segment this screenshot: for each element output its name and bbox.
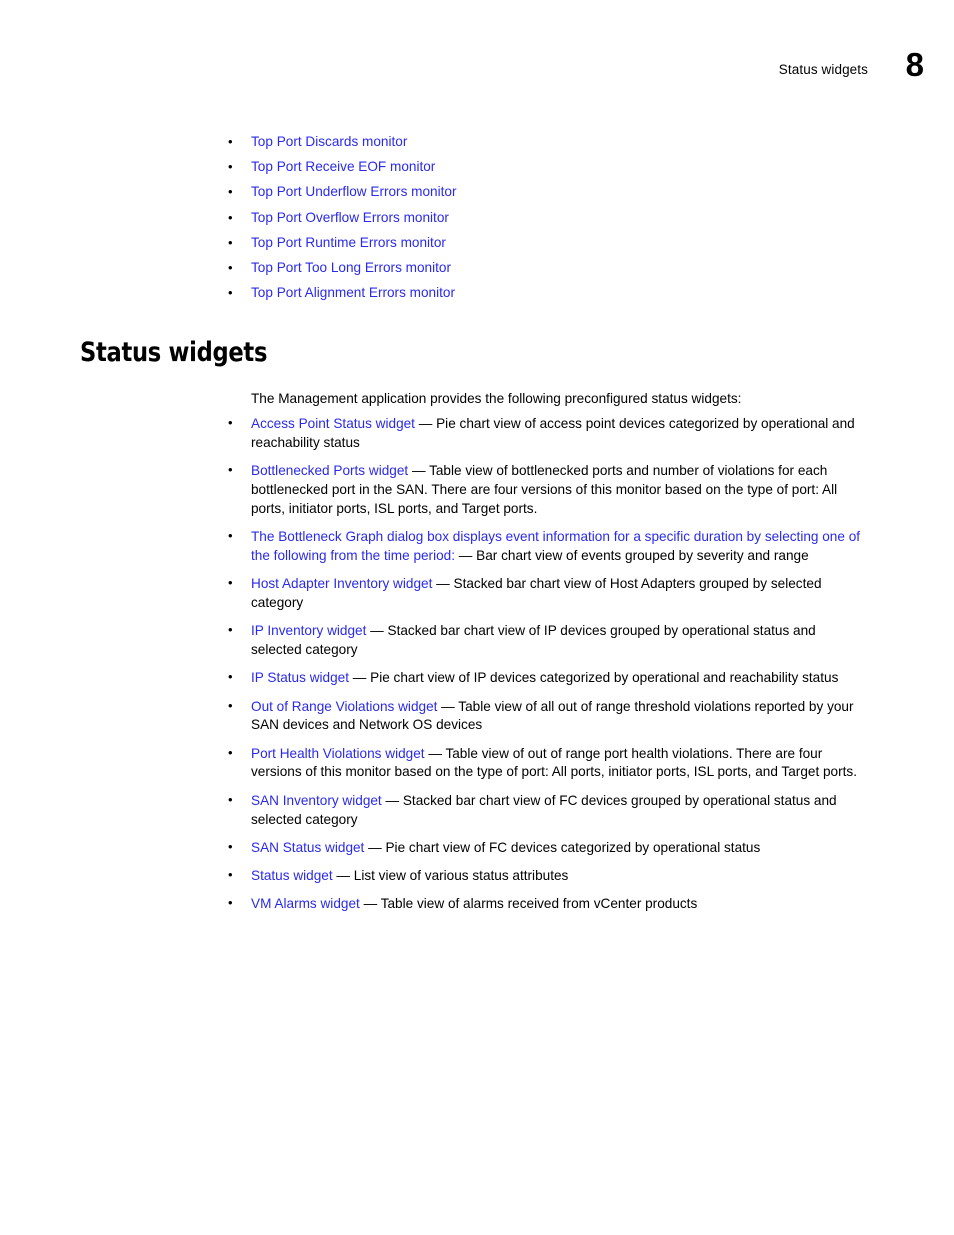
list-item: • The Bottleneck Graph dialog box display… bbox=[228, 528, 869, 566]
widget-link[interactable]: SAN Inventory widget bbox=[251, 793, 382, 808]
widget-description: — Pie chart view of FC devices categoriz… bbox=[364, 839, 761, 855]
cross-reference-link[interactable]: Top Port Receive EOF monitor bbox=[251, 159, 435, 174]
bullet-icon: • bbox=[228, 622, 233, 638]
cross-reference-list: • Top Port Discards monitor • Top Port Rece… bbox=[228, 134, 868, 310]
list-item: • SAN Inventory widget — Stacked bar char… bbox=[228, 792, 869, 830]
bullet-icon: • bbox=[228, 791, 233, 807]
list-item: • Top Port Discards monitor bbox=[228, 134, 868, 150]
status-widgets-list: • Access Point Status widget — Pie chart … bbox=[228, 415, 869, 924]
cross-reference-link[interactable]: Top Port Underflow Errors monitor bbox=[251, 184, 457, 199]
list-item: • Top Port Underflow Errors monitor bbox=[228, 184, 868, 200]
cross-reference-link[interactable]: Top Port Runtime Errors monitor bbox=[251, 235, 446, 250]
list-item: • Bottlenecked Ports widget — Table view … bbox=[228, 462, 869, 518]
list-item: • Status widget — List view of various st… bbox=[228, 867, 869, 886]
widget-link[interactable]: IP Inventory widget bbox=[251, 623, 366, 638]
list-item: • Top Port Alignment Errors monitor bbox=[228, 285, 868, 301]
bullet-icon: • bbox=[228, 744, 233, 760]
bullet-icon: • bbox=[228, 285, 233, 301]
bullet-icon: • bbox=[228, 234, 233, 250]
bullet-icon: • bbox=[228, 575, 233, 591]
cross-reference-link[interactable]: Top Port Discards monitor bbox=[251, 134, 407, 149]
list-item: • Top Port Overflow Errors monitor bbox=[228, 210, 868, 226]
bullet-icon: • bbox=[228, 462, 233, 478]
widget-description: — Table view of alarms received from vCe… bbox=[359, 896, 698, 912]
list-item: • Top Port Receive EOF monitor bbox=[228, 159, 868, 175]
header-chapter-title: Status widgets bbox=[778, 62, 868, 77]
widget-description: — List view of various status attributes bbox=[332, 868, 569, 884]
page-number: 8 bbox=[905, 46, 924, 83]
widget-link[interactable]: Port Health Violations widget bbox=[251, 746, 425, 761]
list-item: • Top Port Runtime Errors monitor bbox=[228, 235, 868, 251]
widget-link[interactable]: Access Point Status widget bbox=[251, 416, 415, 431]
list-item: • Top Port Too Long Errors monitor bbox=[228, 260, 868, 276]
bullet-icon: • bbox=[228, 895, 233, 911]
widget-description: — Bar chart view of events grouped by se… bbox=[455, 547, 809, 563]
cross-reference-link[interactable]: Top Port Too Long Errors monitor bbox=[251, 260, 451, 275]
widget-link[interactable]: Bottlenecked Ports widget bbox=[251, 463, 408, 478]
bullet-icon: • bbox=[228, 159, 233, 175]
widget-link[interactable]: Host Adapter Inventory widget bbox=[251, 576, 432, 591]
cross-reference-link[interactable]: Top Port Overflow Errors monitor bbox=[251, 210, 449, 225]
bullet-icon: • bbox=[228, 415, 233, 430]
list-item: • SAN Status widget — Pie chart view of F… bbox=[228, 839, 869, 858]
bullet-icon: • bbox=[228, 867, 233, 883]
intro-paragraph: The Management application provides the … bbox=[251, 391, 742, 406]
bullet-icon: • bbox=[228, 209, 233, 225]
widget-link[interactable]: IP Status widget bbox=[251, 670, 349, 685]
list-item: • IP Inventory widget — Stacked bar chart… bbox=[228, 622, 869, 660]
widget-description: — Pie chart view of IP devices categoriz… bbox=[348, 670, 839, 686]
list-item: • VM Alarms widget — Table view of alarms… bbox=[228, 895, 869, 914]
bullet-icon: • bbox=[228, 527, 233, 543]
list-item: • Access Point Status widget — Pie chart … bbox=[228, 415, 869, 453]
list-item: • IP Status widget — Pie chart view of IP… bbox=[228, 669, 869, 688]
bullet-icon: • bbox=[228, 134, 233, 149]
bullet-icon: • bbox=[228, 259, 233, 275]
list-item: • Port Health Violations widget — Table v… bbox=[228, 745, 869, 783]
page-title: Status widgets bbox=[80, 337, 268, 368]
list-item: • Host Adapter Inventory widget — Stacked… bbox=[228, 575, 869, 613]
bullet-icon: • bbox=[228, 838, 233, 854]
bullet-icon: • bbox=[228, 697, 233, 713]
list-item: • Out of Range Violations widget — Table … bbox=[228, 698, 869, 736]
widget-link[interactable]: VM Alarms widget bbox=[251, 896, 360, 911]
bullet-icon: • bbox=[228, 669, 233, 685]
page-header: Status widgets 8 bbox=[0, 48, 954, 98]
widget-link[interactable]: SAN Status widget bbox=[251, 840, 364, 855]
widget-link[interactable]: Out of Range Violations widget bbox=[251, 699, 437, 714]
bullet-icon: • bbox=[228, 184, 233, 200]
cross-reference-link[interactable]: Top Port Alignment Errors monitor bbox=[251, 285, 455, 300]
widget-link[interactable]: Status widget bbox=[251, 868, 333, 883]
